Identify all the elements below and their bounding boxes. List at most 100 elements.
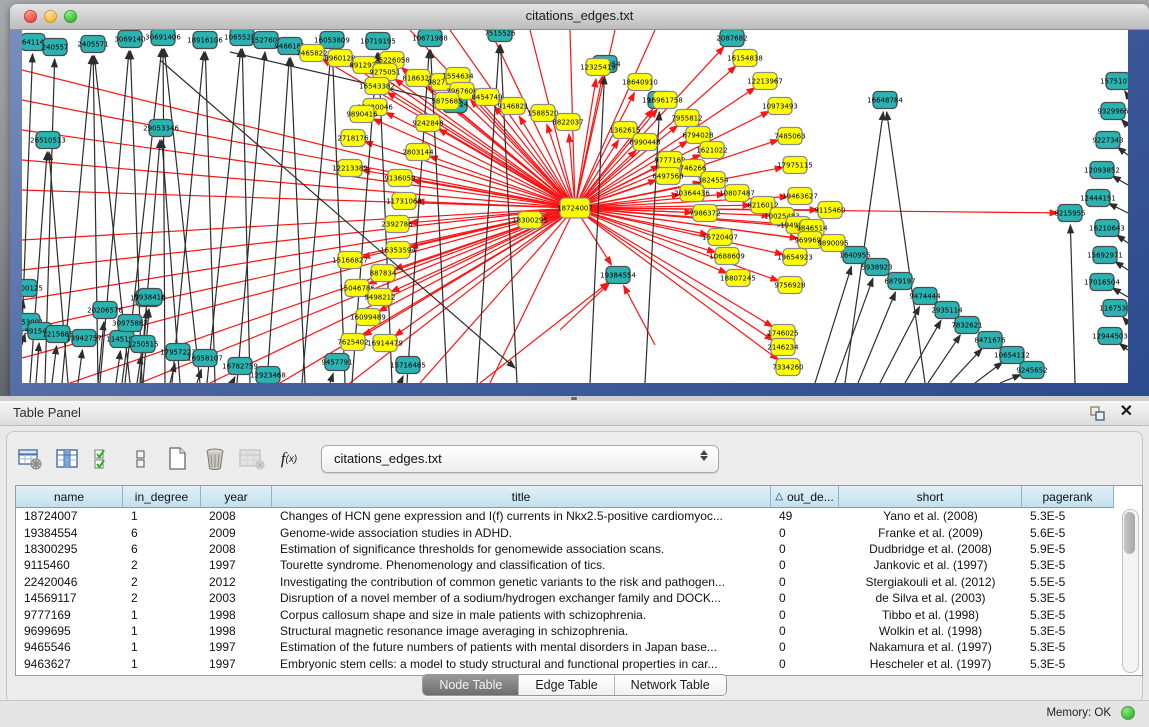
table-row[interactable]: 977716911998Corpus callosum shape and si… (16, 606, 1142, 622)
selected-node[interactable]: 9115460 (814, 202, 845, 219)
node[interactable]: 9938416 (134, 289, 166, 306)
node[interactable]: 17016504 (1084, 274, 1120, 291)
node[interactable]: 9245652 (1016, 362, 1047, 379)
edge[interactable] (835, 278, 873, 383)
table-row[interactable]: 911546021997Tourette syndrome. Phenomeno… (16, 557, 1142, 573)
scrollbar-thumb[interactable] (1124, 512, 1135, 554)
selected-node[interactable]: 887834 (370, 265, 397, 282)
node[interactable]: 8471676 (974, 332, 1006, 349)
node[interactable]: 2405571 (77, 36, 108, 53)
selected-node[interactable]: 7485063 (774, 128, 805, 145)
selected-node[interactable]: 17975115 (777, 157, 813, 174)
node[interactable]: 9227343 (1092, 132, 1123, 149)
node[interactable]: 16648784 (867, 92, 903, 109)
close-panel-icon[interactable]: ✕ (1120, 403, 1133, 421)
network-canvas[interactable]: 1872400716411462405572405571306914030691… (22, 30, 1128, 383)
node[interactable]: 30691406 (145, 30, 181, 46)
edge[interactable] (207, 49, 241, 383)
edge[interactable] (815, 266, 851, 383)
selected-node[interactable]: 18640910 (622, 74, 658, 91)
edge[interactable] (590, 76, 604, 383)
edge[interactable] (1109, 203, 1128, 213)
selected-node[interactable]: 16914479 (367, 335, 403, 352)
edge[interactable] (400, 376, 403, 383)
table-settings-icon[interactable] (17, 446, 43, 472)
node[interactable]: 18500125 (22, 280, 43, 297)
node[interactable]: 1167530 (1099, 300, 1128, 317)
selected-node[interactable]: 7955812 (671, 110, 702, 127)
node[interactable]: 8215955 (1054, 205, 1085, 222)
selected-node[interactable]: 12213967 (747, 73, 783, 90)
node[interactable]: 18916106 (187, 32, 223, 49)
edge[interactable] (22, 208, 575, 300)
edge[interactable] (237, 52, 265, 383)
selected-node[interactable]: 7986372 (689, 205, 720, 222)
node[interactable]: 1250515 (127, 336, 158, 353)
node[interactable]: 9457791 (321, 354, 352, 371)
node[interactable]: 9329966 (1097, 103, 1128, 120)
selected-node[interactable]: 2803144 (402, 144, 434, 161)
column-header-out_de[interactable]: △out_de... (771, 486, 839, 508)
edge[interactable] (1117, 235, 1128, 243)
selected-node[interactable]: 19463627 (782, 188, 818, 205)
edge[interactable] (480, 282, 609, 383)
edge[interactable] (887, 112, 925, 383)
table-row[interactable]: 969969511998Structural magnetic resonanc… (16, 623, 1142, 639)
edge[interactable] (78, 350, 82, 383)
row-height-icon[interactable] (128, 446, 154, 472)
edge[interactable] (232, 377, 235, 383)
node[interactable]: 10719195 (360, 33, 396, 50)
tab-network-table[interactable]: Network Table (615, 675, 726, 695)
edge[interactable] (205, 52, 215, 383)
edge[interactable] (429, 156, 575, 208)
table-row[interactable]: 2242004622012Investigating the contribut… (16, 574, 1142, 590)
edge[interactable] (22, 130, 575, 208)
window-titlebar[interactable]: citations_edges.txt (10, 4, 1149, 30)
node[interactable]: 15751074 (1100, 73, 1128, 90)
edge[interactable] (645, 112, 659, 383)
function-builder-icon[interactable]: f(x) (276, 446, 302, 472)
select-rows-icon[interactable] (91, 446, 117, 472)
selected-node[interactable]: 2146234 (767, 339, 799, 356)
edge[interactable] (1112, 288, 1128, 297)
node[interactable]: 10671988 (412, 30, 448, 47)
edge[interactable] (928, 335, 960, 383)
tab-node-table[interactable]: Node Table (423, 675, 519, 695)
edge[interactable] (858, 292, 895, 383)
selected-node[interactable]: 9890095 (817, 235, 848, 252)
select-columns-icon[interactable] (54, 446, 80, 472)
selected-node[interactable]: 8822037 (552, 114, 583, 131)
node[interactable]: 6879197 (884, 273, 915, 290)
new-table-icon[interactable] (165, 446, 191, 472)
node[interactable]: 2087682 (716, 30, 747, 47)
table-row[interactable]: 1830029562008Estimation of significance … (16, 541, 1142, 557)
edge[interactable] (267, 58, 289, 383)
selected-node[interactable]: 9890416 (346, 106, 378, 123)
table-vertical-scrollbar[interactable] (1122, 509, 1139, 673)
table-row[interactable]: 946554611997Estimation of the future num… (16, 639, 1142, 655)
table-selector-dropdown[interactable]: citations_edges.txt (321, 445, 719, 473)
node[interactable]: 26510513 (30, 132, 66, 149)
node[interactable]: 16210643 (1089, 220, 1125, 237)
selected-node[interactable]: 19654923 (777, 249, 813, 266)
edge[interactable] (330, 373, 333, 383)
float-panel-icon[interactable] (1090, 406, 1105, 421)
edge[interactable] (302, 52, 331, 383)
edge[interactable] (1118, 147, 1128, 155)
table-row[interactable]: 946362711997Embryonic stem cells: a mode… (16, 656, 1142, 672)
edge[interactable] (575, 208, 773, 327)
edge[interactable] (52, 346, 57, 383)
edge[interactable] (1119, 343, 1128, 350)
node[interactable]: 5938923 (861, 259, 892, 276)
selected-node[interactable]: 2718176 (337, 130, 369, 147)
node[interactable]: 12093852 (1084, 162, 1120, 179)
edge[interactable] (1112, 176, 1128, 185)
table-row[interactable]: 1872400712008Changes of HCN gene express… (16, 508, 1142, 524)
table-row[interactable]: 1456911722003Disruption of a novel membe… (16, 590, 1142, 606)
delete-trash-icon[interactable] (202, 446, 228, 472)
edge[interactable] (624, 286, 655, 345)
table-row[interactable]: 1938455462009Genome-wide association stu… (16, 524, 1142, 540)
node[interactable]: 20206576 (87, 302, 123, 319)
selected-node[interactable]: 9756928 (774, 277, 805, 294)
edge[interactable] (242, 49, 250, 383)
